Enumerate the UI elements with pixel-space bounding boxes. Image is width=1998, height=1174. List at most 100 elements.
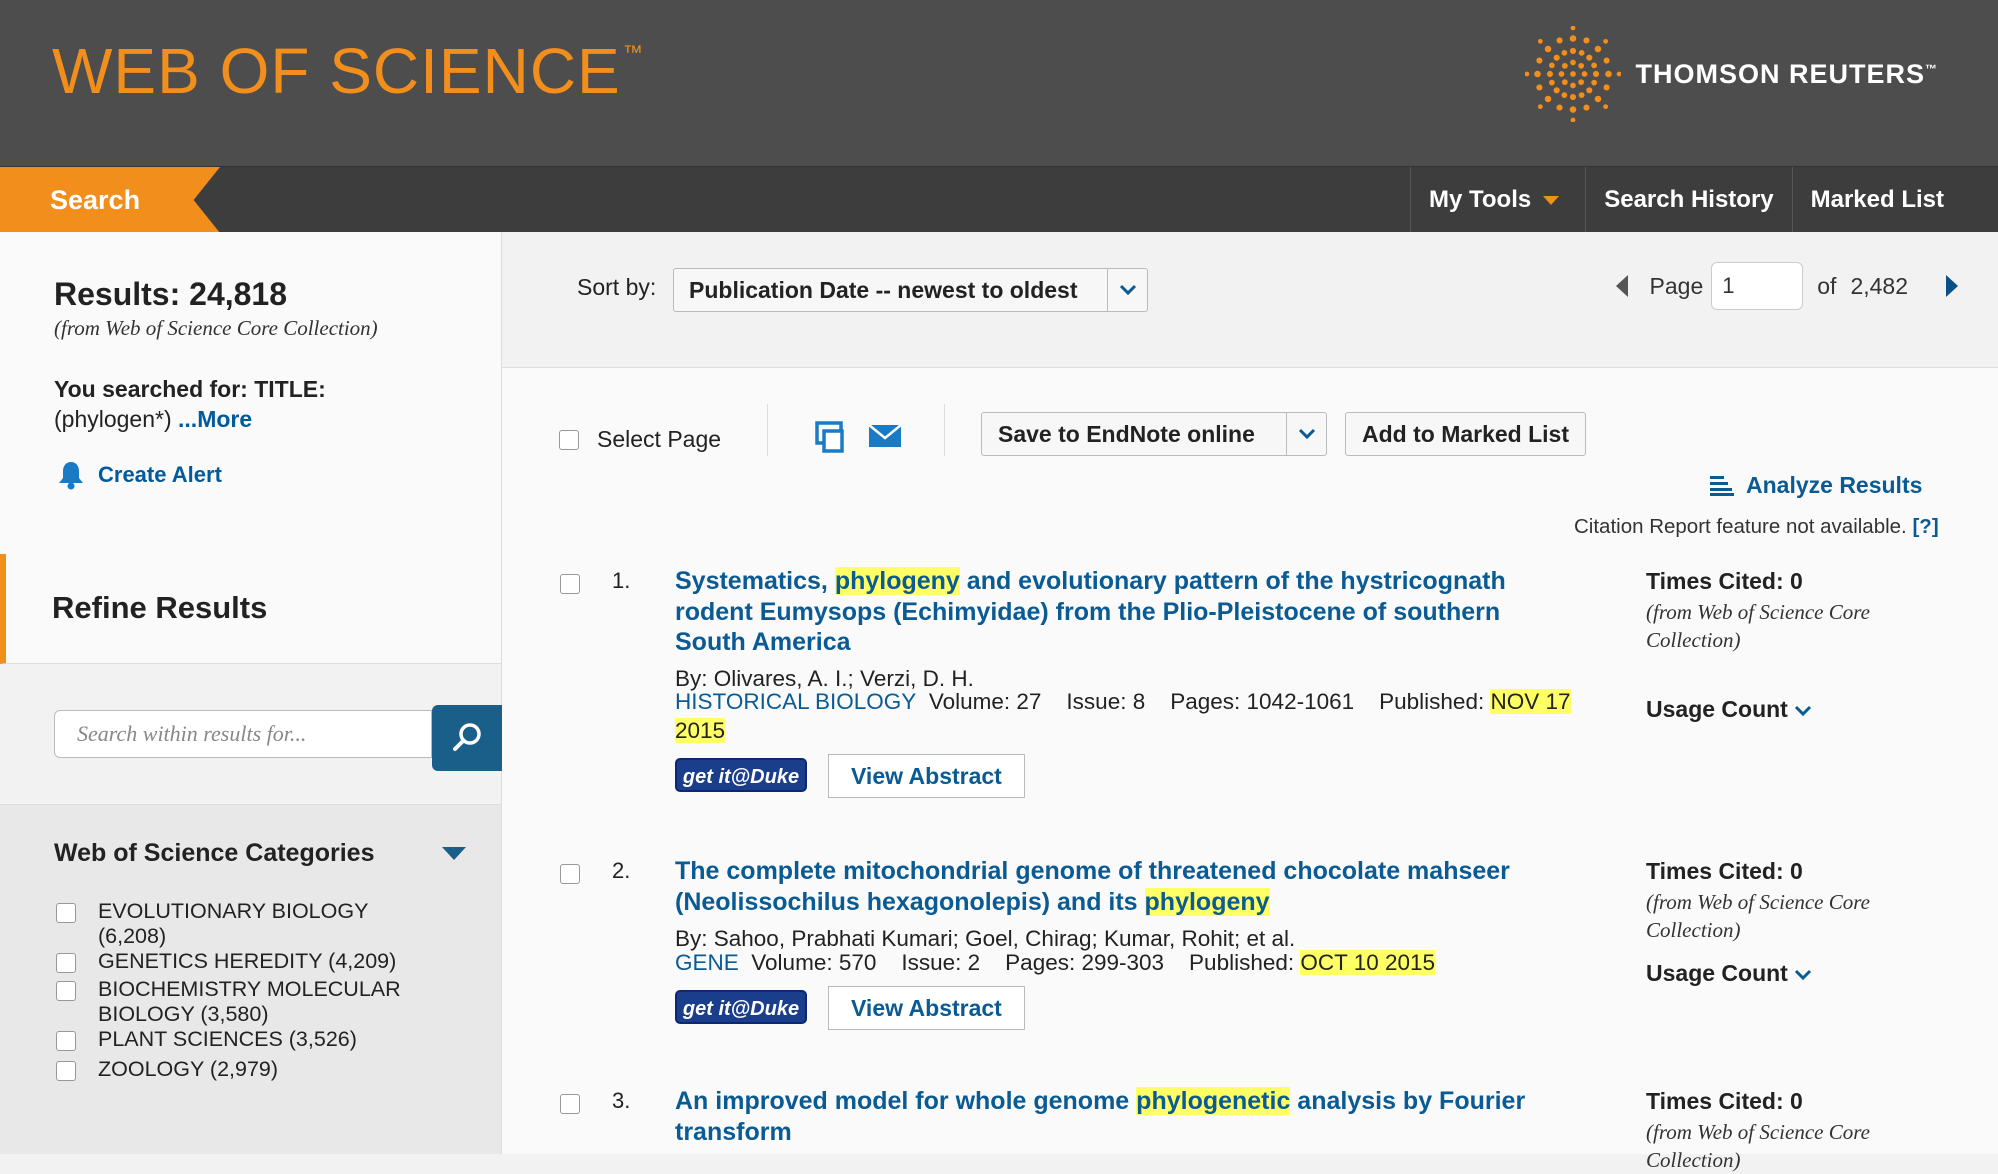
times-cited-source: (from Web of Science Core Collection) bbox=[1646, 1120, 1870, 1172]
search-within-button[interactable] bbox=[432, 705, 502, 771]
nav-links: My Tools Search History Marked List bbox=[1409, 167, 1998, 233]
searched-prefix: You searched for: TITLE: bbox=[54, 376, 326, 402]
select-page-checkbox[interactable] bbox=[559, 429, 579, 450]
category-label: GENETICS HEREDITY (4,209) bbox=[98, 949, 397, 973]
pagination: Page 1 of 2,482 bbox=[1615, 260, 1958, 312]
chevron-down-icon bbox=[1794, 705, 1811, 717]
record-title-link[interactable]: Systematics, phylogeny and evolutionary … bbox=[675, 566, 1575, 658]
site-header: WEB OF SCIENCE ™ THOMSON REUTERS™ bbox=[0, 0, 1998, 166]
sort-value: Publication Date -- newest to oldest bbox=[689, 277, 1078, 303]
category-label: ZOOLOGY (2,979) bbox=[98, 1057, 279, 1081]
record-checkbox[interactable] bbox=[560, 574, 580, 594]
record-checkbox[interactable] bbox=[560, 864, 580, 884]
print-icon[interactable] bbox=[814, 420, 848, 454]
category-label: EVOLUTIONARY BIOLOGY (6,208) bbox=[98, 899, 369, 948]
view-abstract-button[interactable]: View Abstract bbox=[828, 754, 1025, 798]
tab-search-label: Search bbox=[50, 185, 141, 215]
search-history-label: Search History bbox=[1604, 186, 1774, 213]
record-source: HISTORICAL BIOLOGY Volume: 27 Issue: 8 P… bbox=[675, 687, 1575, 745]
journal-link[interactable]: HISTORICAL BIOLOGY bbox=[675, 689, 916, 714]
page-number-input[interactable]: 1 bbox=[1711, 262, 1804, 310]
record-title-link[interactable]: The complete mitochondrial genome of thr… bbox=[675, 856, 1575, 917]
times-cited: Times Cited: 0 bbox=[1646, 858, 1803, 884]
category-item[interactable]: PLANT SCIENCES (3,526) bbox=[56, 1027, 428, 1052]
times-cited: Times Cited: 0 bbox=[1646, 1088, 1803, 1114]
of-label: of bbox=[1817, 272, 1837, 299]
results-toolbar: Select Page Save to EndNote online Add t… bbox=[502, 368, 1998, 458]
refine-results-title: Refine Results bbox=[52, 590, 268, 625]
categories-title: Web of Science Categories bbox=[54, 839, 375, 867]
logo-tm: ™ bbox=[622, 42, 644, 64]
usage-count-toggle[interactable]: Usage Count bbox=[1646, 960, 1812, 987]
record-number: 3. bbox=[612, 1088, 631, 1113]
sidebar: Results: 24,818 (from Web of Science Cor… bbox=[0, 232, 502, 1154]
usage-count-label: Usage Count bbox=[1646, 696, 1788, 722]
sort-bar: Sort by: Publication Date -- newest to o… bbox=[502, 232, 1998, 368]
analyze-results-link[interactable]: Analyze Results bbox=[1710, 472, 1922, 499]
create-alert-label: Create Alert bbox=[98, 462, 222, 487]
my-tools-menu[interactable]: My Tools bbox=[1409, 167, 1585, 233]
usage-count-toggle[interactable]: Usage Count bbox=[1646, 696, 1812, 723]
search-history-link[interactable]: Search History bbox=[1585, 167, 1791, 233]
chevron-down-icon[interactable] bbox=[1286, 413, 1326, 455]
title-highlight: phylogeny bbox=[1144, 887, 1270, 916]
category-checkbox[interactable] bbox=[56, 953, 76, 973]
record-number: 2. bbox=[612, 858, 631, 883]
get-it-duke-button[interactable]: get it@Duke bbox=[675, 758, 807, 792]
email-icon[interactable] bbox=[868, 424, 902, 448]
marked-list-link[interactable]: Marked List bbox=[1791, 167, 1998, 233]
category-checkbox[interactable] bbox=[56, 981, 76, 1001]
title-highlight: phylogeny bbox=[834, 567, 960, 595]
record-details: Volume: 570 Issue: 2 Pages: 299-303 Publ… bbox=[751, 950, 1301, 975]
chevron-down-icon bbox=[1794, 969, 1811, 981]
analyze-list-icon bbox=[1710, 475, 1734, 496]
marked-list-label: Marked List bbox=[1810, 186, 1944, 213]
citation-help-link[interactable]: [?] bbox=[1912, 515, 1938, 538]
category-checkbox[interactable] bbox=[56, 1061, 76, 1081]
total-pages: 2,482 bbox=[1850, 272, 1908, 299]
select-page-control[interactable]: Select Page bbox=[559, 426, 721, 453]
category-item[interactable]: ZOOLOGY (2,979) bbox=[56, 1057, 428, 1082]
create-alert-link[interactable]: Create Alert bbox=[58, 460, 222, 490]
category-checkbox[interactable] bbox=[56, 1031, 76, 1051]
record-date: OCT 10 2015 bbox=[1300, 950, 1436, 975]
record-number: 1. bbox=[612, 568, 631, 593]
results-source: (from Web of Science Core Collection) bbox=[54, 316, 378, 340]
search-within-input[interactable]: Search within results for... bbox=[54, 710, 432, 758]
record-details: Volume: 27 Issue: 8 Pages: 1042-1061 Pub… bbox=[928, 689, 1491, 714]
record-source: GENE Volume: 570 Issue: 2 Pages: 299-303… bbox=[675, 948, 1575, 977]
citation-note-text: Citation Report feature not available. bbox=[1574, 515, 1907, 538]
next-page-icon[interactable] bbox=[1946, 275, 1958, 297]
more-link[interactable]: ...More bbox=[178, 406, 252, 432]
prev-page-icon[interactable] bbox=[1615, 275, 1628, 297]
tab-search[interactable]: Search bbox=[0, 167, 220, 233]
logo-text: WEB OF SCIENCE bbox=[52, 35, 621, 107]
category-checkbox[interactable] bbox=[56, 903, 76, 923]
title-highlight: phylogenetic bbox=[1136, 1087, 1291, 1115]
journal-link[interactable]: GENE bbox=[675, 950, 739, 975]
times-cited-source: (from Web of Science Core Collection) bbox=[1646, 890, 1870, 942]
sort-select[interactable]: Publication Date -- newest to oldest bbox=[673, 268, 1148, 312]
category-item[interactable]: EVOLUTIONARY BIOLOGY (6,208) bbox=[56, 899, 428, 949]
collapse-triangle-icon[interactable] bbox=[442, 847, 466, 860]
web-of-science-logo[interactable]: WEB OF SCIENCE ™ bbox=[52, 34, 644, 108]
get-it-duke-button[interactable]: get it@Duke bbox=[675, 990, 807, 1024]
caret-down-icon bbox=[1543, 195, 1560, 205]
view-abstract-button[interactable]: View Abstract bbox=[828, 986, 1025, 1030]
category-item[interactable]: BIOCHEMISTRY MOLECULAR BIOLOGY (3,580) bbox=[56, 977, 418, 1027]
category-label: PLANT SCIENCES (3,526) bbox=[98, 1027, 357, 1051]
times-cited: Times Cited: 0 bbox=[1646, 568, 1803, 594]
refine-results-header: Refine Results bbox=[0, 554, 501, 664]
category-item[interactable]: GENETICS HEREDITY (4,209) bbox=[56, 949, 428, 974]
record-title-link[interactable]: An improved model for whole genome phylo… bbox=[675, 1086, 1575, 1147]
categories-panel: Web of Science Categories EVOLUTIONARY B… bbox=[0, 804, 501, 1154]
record-checkbox[interactable] bbox=[560, 1094, 580, 1114]
search-icon bbox=[453, 723, 481, 751]
save-endnote-button[interactable]: Save to EndNote online bbox=[981, 412, 1327, 456]
add-to-marked-list-button[interactable]: Add to Marked List bbox=[1345, 412, 1587, 456]
analyze-results-label: Analyze Results bbox=[1746, 472, 1923, 498]
usage-count-label: Usage Count bbox=[1646, 960, 1788, 986]
times-cited-source: (from Web of Science Core Collection) bbox=[1646, 600, 1870, 652]
thomson-reuters-dots-icon bbox=[1525, 26, 1622, 122]
chevron-down-icon bbox=[1107, 269, 1147, 311]
